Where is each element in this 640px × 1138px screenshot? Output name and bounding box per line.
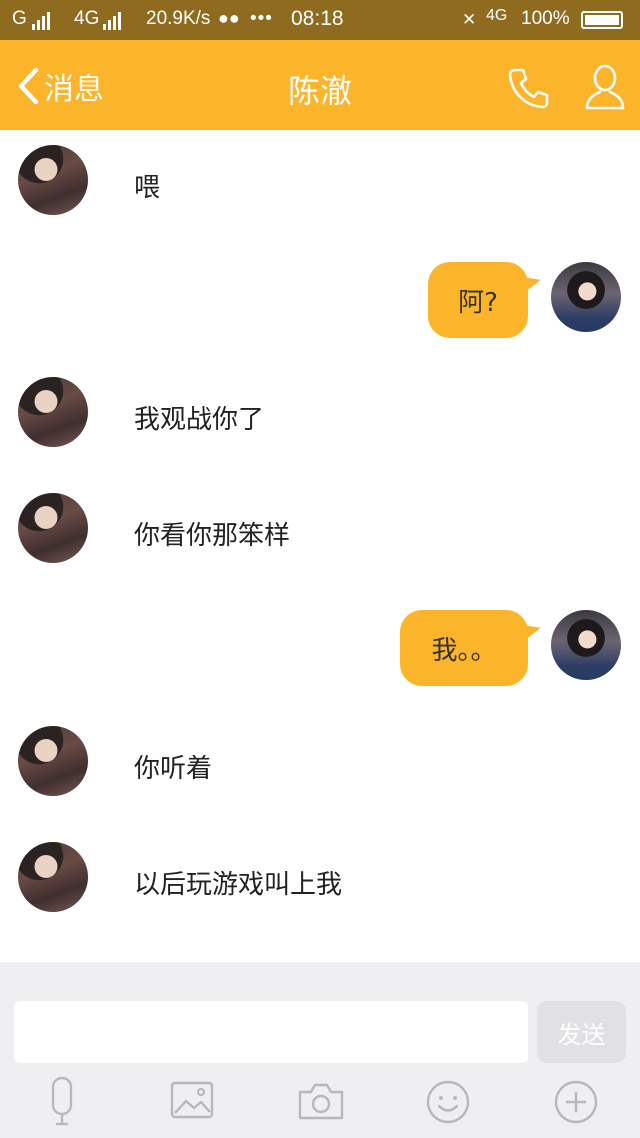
- message-item: 你看你那笨样: [0, 493, 640, 568]
- signal-icon-2: [103, 12, 121, 30]
- message-list[interactable]: 喂 阿? 我观战你了 你看你那笨样 我。。 你听着 以后玩游戏叫上我: [0, 130, 640, 962]
- status-bar: G 4G 20.9K/s ●● ••• 08:18 ✕ 4G 100%: [0, 0, 640, 40]
- message-item: 喂: [0, 145, 640, 220]
- voice-button[interactable]: [39, 1076, 89, 1126]
- message-text: 喂: [134, 173, 161, 203]
- message-text: 你看你那笨样: [134, 521, 291, 551]
- mute-icon: ✕: [462, 10, 477, 29]
- message-text: 我观战你了: [134, 405, 265, 435]
- contact-avatar[interactable]: [18, 726, 88, 796]
- message-item: 阿?: [0, 260, 640, 340]
- plus-icon: [554, 1080, 598, 1124]
- user-avatar[interactable]: [551, 262, 621, 332]
- message-text: 我。。: [431, 635, 497, 666]
- composer: 发送: [0, 962, 640, 1138]
- user-avatar[interactable]: [551, 610, 621, 680]
- message-item: 以后玩游戏叫上我: [0, 842, 640, 917]
- wechat-icon: ●●: [218, 8, 240, 28]
- call-button[interactable]: [505, 64, 553, 112]
- chat-header: 消息 陈澈: [0, 40, 640, 130]
- network-type: 4G: [486, 7, 508, 24]
- message-text: 阿?: [458, 287, 498, 318]
- contact-avatar[interactable]: [18, 145, 88, 215]
- send-button[interactable]: 发送: [537, 1001, 626, 1063]
- image-icon: [170, 1081, 214, 1119]
- message-bubble[interactable]: 阿?: [428, 262, 543, 338]
- more-button[interactable]: [552, 1076, 602, 1126]
- message-text: 以后玩游戏叫上我: [134, 870, 343, 900]
- message-input[interactable]: [14, 1001, 528, 1063]
- emoji-button[interactable]: [424, 1076, 474, 1126]
- battery-icon: [581, 11, 623, 29]
- more-icon: •••: [250, 8, 273, 29]
- message-item: 你听着: [0, 726, 640, 801]
- carrier-label-1: G: [12, 8, 27, 29]
- camera-button[interactable]: [296, 1076, 346, 1126]
- battery-percent: 100%: [521, 8, 570, 29]
- phone-icon: [508, 68, 549, 109]
- bubble-tail: [519, 268, 543, 292]
- contact-avatar[interactable]: [18, 377, 88, 447]
- message-item: 我观战你了: [0, 377, 640, 452]
- network-speed: 20.9K/s: [146, 8, 211, 29]
- contact-avatar[interactable]: [18, 842, 88, 912]
- status-time: 08:18: [291, 7, 344, 30]
- signal-icon-1: [32, 12, 50, 30]
- image-button[interactable]: [168, 1076, 218, 1126]
- camera-icon: [298, 1083, 344, 1120]
- emoji-icon: [426, 1080, 470, 1124]
- carrier-label-2: 4G: [74, 8, 100, 29]
- message-text: 你听着: [134, 754, 213, 784]
- message-item: 我。。: [0, 608, 640, 688]
- message-bubble[interactable]: 我。。: [400, 610, 543, 686]
- person-icon: [585, 64, 625, 110]
- profile-button[interactable]: [581, 62, 629, 112]
- microphone-icon: [51, 1076, 73, 1126]
- contact-avatar[interactable]: [18, 493, 88, 563]
- bubble-tail: [519, 616, 543, 640]
